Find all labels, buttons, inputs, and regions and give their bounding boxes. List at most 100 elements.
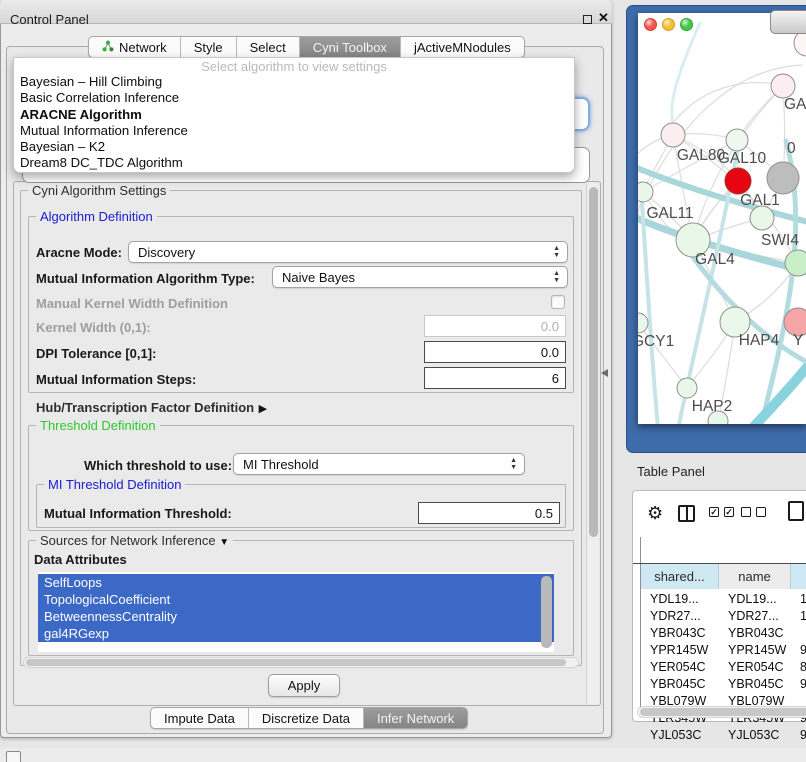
network-node[interactable]: [771, 74, 795, 98]
network-edge-highlighted: [748, 361, 806, 424]
algorithm-option[interactable]: Bayesian – K2: [14, 139, 574, 155]
page-icon[interactable]: [788, 501, 804, 521]
mi-type-select[interactable]: Naive Bayes ▲▼: [272, 266, 568, 288]
sources-group-header[interactable]: Sources for Network Inference ▼: [36, 533, 233, 548]
table-row[interactable]: YDL19...YDL19...13: [641, 591, 806, 608]
tab-select[interactable]: Select: [237, 37, 300, 57]
split-columns-icon[interactable]: [678, 505, 695, 522]
tab-network[interactable]: Network: [89, 37, 181, 57]
apply-button[interactable]: Apply: [268, 674, 340, 697]
network-node-label: HAP4: [739, 332, 780, 349]
unchecked-box-icon[interactable]: [741, 507, 751, 517]
table-row[interactable]: YPR145WYPR145W9.: [641, 642, 806, 659]
network-node-label: GAL: [784, 96, 806, 113]
table-cell: YBR043C: [719, 625, 791, 642]
network-node[interactable]: [750, 206, 774, 230]
settings-scrollbar[interactable]: [586, 183, 598, 704]
which-threshold-select[interactable]: MI Threshold ▲▼: [233, 453, 525, 475]
column-header[interactable]: shared...: [641, 563, 719, 589]
scrollbar-thumb[interactable]: [589, 187, 598, 537]
algorithm-option[interactable]: ARACNE Algorithm: [14, 107, 574, 123]
sources-group-title: Sources for Network Inference: [40, 533, 216, 548]
mi-threshold-group-title: MI Threshold Definition: [44, 477, 185, 492]
tab-jactivemnodules[interactable]: jActiveMNodules: [401, 37, 524, 57]
table-row[interactable]: YBR043CYBR043C: [641, 625, 806, 642]
table-row[interactable]: YER054CYER054C8.: [641, 659, 806, 676]
minimize-button[interactable]: [662, 18, 675, 31]
tab-impute-data[interactable]: Impute Data: [151, 708, 249, 728]
kernel-width-input[interactable]: 0.0: [424, 315, 566, 337]
network-node[interactable]: [767, 162, 799, 194]
attribute-item[interactable]: gal4RGexp: [38, 625, 554, 642]
network-canvas[interactable]: GAL0GAL80GAL10GAL1GAL11SWI4GAL4GCY1HAP4Y…: [638, 13, 806, 424]
table-hscrollbar[interactable]: [637, 706, 806, 718]
gear-icon[interactable]: ⚙: [647, 503, 663, 524]
table-row[interactable]: YJL053CYJL053C9.: [641, 727, 806, 744]
manual-kernel-checkbox[interactable]: [551, 295, 565, 309]
network-node[interactable]: [638, 313, 648, 333]
unchecked-box-icon[interactable]: [756, 507, 766, 517]
table-cell: YJL053C: [641, 727, 719, 744]
tab-infer-network[interactable]: Infer Network: [364, 708, 467, 728]
zoom-button[interactable]: [680, 18, 693, 31]
table-cell: YBR045C: [641, 676, 719, 693]
network-node[interactable]: [661, 123, 685, 147]
close-icon[interactable]: ✕: [598, 10, 609, 26]
aracne-mode-select[interactable]: Discovery ▲▼: [128, 241, 568, 263]
table-cell: YBR045C: [719, 676, 791, 693]
float-window-icon[interactable]: [583, 15, 592, 24]
algorithm-option[interactable]: Basic Correlation Inference: [14, 90, 574, 106]
control-panel-titlebar[interactable]: [0, 0, 612, 24]
tab-style[interactable]: Style: [181, 37, 237, 57]
network-icon: [102, 40, 114, 55]
table-cell: YER054C: [641, 659, 719, 676]
tab-cyni-toolbox[interactable]: Cyni Toolbox: [300, 37, 401, 57]
attribute-item[interactable]: SelfLoops: [38, 574, 554, 591]
table-cell: YDR27...: [641, 608, 719, 625]
settings-hscrollbar[interactable]: [23, 657, 579, 668]
network-node-label: 0: [787, 140, 796, 157]
algorithm-option[interactable]: Bayesian – Hill Climbing: [14, 74, 574, 90]
network-node[interactable]: [725, 168, 751, 194]
table-row[interactable]: YDR27...YDR27...12: [641, 608, 806, 625]
network-node-label: GCY1: [638, 333, 674, 350]
aracne-mode-value: Discovery: [138, 245, 195, 260]
mi-threshold-input[interactable]: 0.5: [418, 502, 560, 524]
tab-label: Cyni Toolbox: [313, 40, 387, 55]
collapse-down-icon: ▼: [219, 537, 229, 548]
mi-steps-input[interactable]: 6: [424, 367, 566, 389]
algorithm-option[interactable]: Dream8 DC_TDC Algorithm: [14, 155, 574, 171]
network-graph: GAL0GAL80GAL10GAL1GAL11SWI4GAL4GCY1HAP4Y…: [638, 13, 806, 424]
network-node[interactable]: [638, 182, 653, 202]
table-cell: 9.: [791, 727, 806, 744]
data-attributes-label: Data Attributes: [34, 552, 127, 567]
algorithm-option[interactable]: Mutual Information Inference: [14, 123, 574, 139]
window-corner-icon[interactable]: [6, 751, 21, 762]
network-node[interactable]: [726, 129, 748, 151]
column-header[interactable]: name: [719, 563, 791, 589]
algorithm-placeholder: Select algorithm to view settings: [14, 59, 574, 74]
table-header-underline: [633, 563, 806, 564]
bottom-tab-bar: Impute Data Discretize DataInfer Network: [150, 707, 468, 729]
attribute-item[interactable]: BetweennessCentrality: [38, 608, 554, 625]
attribute-item[interactable]: TopologicalCoefficient: [38, 591, 554, 608]
table-row[interactable]: YBR045CYBR045C9.: [641, 676, 806, 693]
checked-box-icon[interactable]: ✓: [709, 507, 719, 517]
data-attributes-list[interactable]: SelfLoopsTopologicalCoefficientBetweenne…: [38, 572, 554, 652]
dpi-tolerance-input[interactable]: 0.0: [424, 341, 566, 363]
close-button[interactable]: [644, 18, 657, 31]
tab-discretize-data[interactable]: Discretize Data: [249, 708, 364, 728]
network-node[interactable]: [785, 250, 806, 276]
table-cell: YBR043C: [641, 625, 719, 642]
chevron-updown-icon: ▲▼: [510, 457, 517, 471]
mi-type-label: Mutual Information Algorithm Type:: [36, 271, 255, 286]
hub-definition-toggle[interactable]: Hub/Transcription Factor Definition ▶: [36, 399, 267, 417]
scrollbar-thumb[interactable]: [26, 659, 566, 666]
column-header[interactable]: [791, 563, 806, 589]
list-scrollbar-thumb[interactable]: [541, 576, 552, 648]
mi-steps-label: Mutual Information Steps:: [36, 372, 196, 387]
scrollbar-thumb[interactable]: [640, 708, 806, 716]
network-node[interactable]: [677, 378, 697, 398]
checked-box-icon[interactable]: ✓: [724, 507, 734, 517]
tab-label: Impute Data: [164, 711, 235, 726]
